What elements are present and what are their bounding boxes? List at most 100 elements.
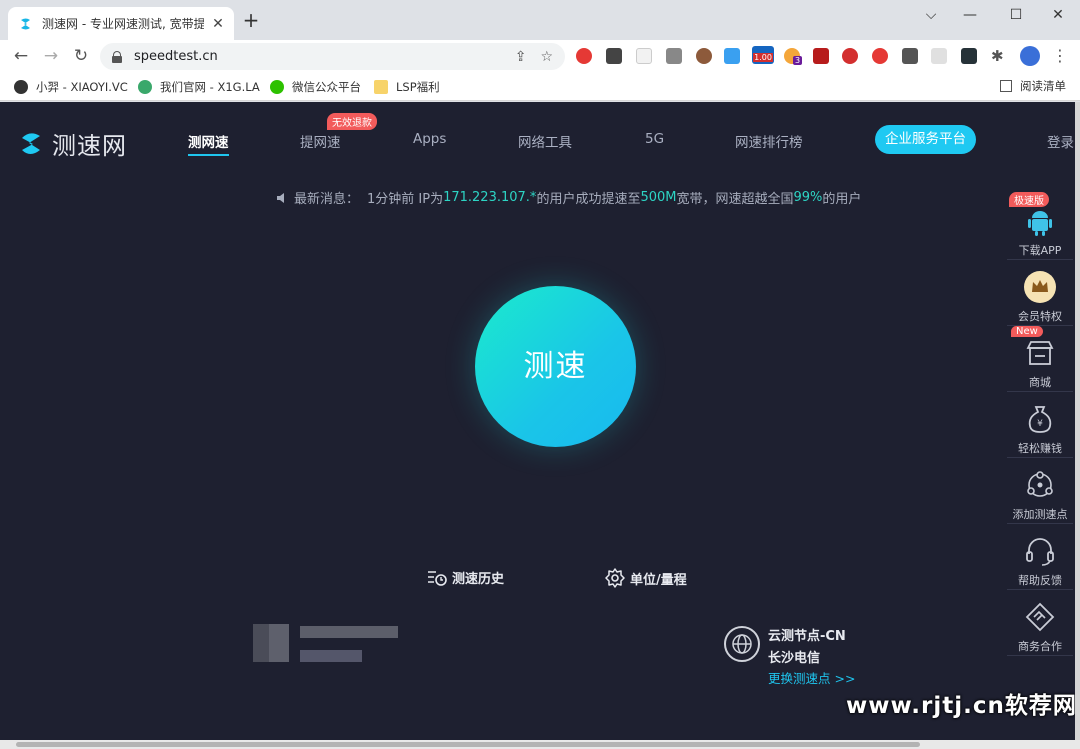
browser-toolbar: ← → ↻ speedtest.cn ⇪ ☆ 1.00 3 ✱ ⋮	[0, 40, 1080, 73]
speedtest-favicon-icon	[21, 18, 30, 29]
nav-ranking[interactable]: 网速排行榜	[735, 131, 803, 151]
extension-player-icon[interactable]: 1.00	[752, 46, 774, 64]
extension-monkey-badge: 3	[793, 56, 803, 65]
tab-search-chevron-icon[interactable]: ⌵	[916, 4, 946, 26]
site-logo[interactable]: 测速网	[18, 126, 127, 161]
minimize-button[interactable]: —	[955, 4, 985, 26]
shop-icon	[1026, 341, 1054, 365]
extension-opera-icon[interactable]	[576, 48, 592, 64]
forward-button[interactable]: →	[39, 44, 63, 68]
news-time: 1分钟前 IP为	[367, 192, 444, 207]
share-icon[interactable]: ⇪	[515, 49, 527, 65]
extension-alert-icon[interactable]	[842, 48, 858, 64]
news-text: 的用户成功提速至	[536, 192, 641, 207]
sidebar-item-vip[interactable]: 会员特权	[1007, 260, 1073, 326]
folder-icon	[374, 80, 388, 94]
sidebar-label: 商务合作	[1018, 640, 1062, 653]
maximize-button[interactable]: ☐	[1001, 4, 1031, 26]
address-bar[interactable]: speedtest.cn ⇪ ☆	[100, 43, 565, 70]
headset-icon	[1026, 538, 1054, 566]
bookmark-x1g[interactable]: 我们官网 - X1G.LA	[138, 78, 260, 96]
news-prefix: 最新消息：	[294, 192, 360, 207]
history-label: 测速历史	[452, 572, 505, 587]
sidebar-label: 会员特权	[1018, 310, 1062, 323]
speaker-icon	[277, 192, 284, 203]
news-ip: 171.223.107.*	[443, 190, 537, 205]
watermark: www.rjtj.cn软荐网	[846, 693, 1077, 719]
svg-text:¥: ¥	[1037, 419, 1043, 429]
crown-icon	[1024, 271, 1056, 303]
tab-title: 测速网 - 专业网速测试, 宽带提速	[42, 17, 204, 31]
logo-text: 测速网	[52, 132, 127, 160]
browser-tab[interactable]: 测速网 - 专业网速测试, 宽带提速 ✕	[8, 7, 234, 40]
server-carrier: 长沙电信	[768, 651, 821, 666]
wechat-icon	[270, 80, 284, 94]
extension-gauge-icon[interactable]	[961, 48, 977, 64]
gear-icon	[605, 568, 625, 588]
url-text[interactable]: speedtest.cn	[134, 49, 501, 64]
vertical-scrollbar-track[interactable]	[1075, 102, 1080, 740]
news-percent: 99%	[793, 190, 823, 205]
extension-reader-icon[interactable]	[931, 48, 947, 64]
bookmark-label: LSP福利	[396, 80, 440, 94]
site-icon	[138, 80, 152, 94]
extension-eye-icon[interactable]	[872, 48, 888, 64]
extensions-puzzle-icon[interactable]: ✱	[991, 48, 1007, 64]
bookmark-wechat[interactable]: 微信公众平台	[270, 78, 361, 96]
extension-dots-icon[interactable]	[606, 48, 622, 64]
sidebar-item-download-app[interactable]: 极速版 下载APP	[1007, 192, 1073, 260]
nav-speedtest[interactable]: 测网速	[188, 131, 229, 156]
sidebar-label: 帮助反馈	[1018, 574, 1062, 587]
units-label: 单位/量程	[630, 572, 687, 588]
nav-boost[interactable]: 提网速	[300, 131, 341, 151]
back-button[interactable]: ←	[9, 44, 33, 68]
sidebar-item-earn[interactable]: ¥ 轻松赚钱	[1007, 392, 1073, 458]
extension-pen-icon[interactable]	[636, 48, 652, 64]
extension-player-badge: 1.00	[753, 53, 773, 62]
horizontal-scrollbar-thumb[interactable]	[16, 742, 920, 747]
close-window-button[interactable]: ✕	[1043, 4, 1073, 26]
extension-copy-icon[interactable]	[666, 48, 682, 64]
fast-version-badge: 极速版	[1009, 192, 1049, 207]
sidebar-item-help[interactable]: 帮助反馈	[1007, 524, 1073, 590]
enterprise-button[interactable]: 企业服务平台	[875, 125, 976, 154]
reload-button[interactable]: ↻	[69, 44, 93, 68]
new-badge: New	[1011, 326, 1043, 337]
sidebar-item-add-node[interactable]: 添加测速点	[1007, 458, 1073, 524]
start-test-button[interactable]: 测速	[475, 286, 636, 447]
news-text-2: 宽带，网速超越全国	[676, 192, 794, 207]
nav-5g[interactable]: 5G	[645, 131, 664, 147]
lock-icon[interactable]	[112, 50, 122, 63]
nav-network-tools[interactable]: 网络工具	[518, 131, 572, 151]
page-content: 测速网 测网速 提网速 无效退款 Apps 网络工具 5G 网速排行榜 企业服务…	[0, 102, 1080, 749]
login-link[interactable]: 登录	[1047, 131, 1074, 151]
extension-screenshot-icon[interactable]	[902, 48, 918, 64]
reading-list-label: 阅读清单	[1020, 79, 1066, 93]
browser-menu-icon[interactable]: ⋮	[1052, 48, 1068, 64]
reading-list-icon	[1000, 80, 1012, 92]
sidebar-label: 商城	[1029, 376, 1051, 389]
reading-list-button[interactable]: 阅读清单	[1000, 78, 1066, 94]
profile-avatar[interactable]	[1020, 46, 1040, 66]
history-icon	[428, 570, 447, 586]
money-bag-icon: ¥	[1028, 406, 1052, 433]
bookmark-label: 我们官网 - X1G.LA	[160, 80, 260, 94]
history-button[interactable]: 测速历史	[427, 568, 504, 587]
tab-close-icon[interactable]: ✕	[210, 16, 226, 32]
bookmark-star-icon[interactable]: ☆	[540, 49, 553, 65]
globe-icon	[724, 626, 760, 662]
sidebar-item-business[interactable]: 商务合作	[1007, 590, 1073, 656]
extension-cookie-icon[interactable]	[696, 48, 712, 64]
news-speed: 500M	[640, 190, 677, 205]
extension-shield-icon[interactable]	[813, 48, 829, 64]
sidebar-item-shop[interactable]: New 商城	[1007, 326, 1073, 392]
change-server-link[interactable]: 更换测速点 >>	[768, 668, 855, 687]
units-button[interactable]: 单位/量程	[605, 568, 687, 588]
bookmark-xiaoyi[interactable]: 小羿 - XIAOYI.VC	[14, 78, 128, 96]
bookmark-folder[interactable]: LSP福利	[374, 78, 440, 96]
extension-image-icon[interactable]	[724, 48, 740, 64]
new-tab-button[interactable]: +	[241, 10, 261, 30]
nav-apps[interactable]: Apps	[413, 131, 446, 147]
handshake-icon	[1025, 602, 1055, 632]
extension-monkey-icon[interactable]: 3	[784, 48, 803, 65]
